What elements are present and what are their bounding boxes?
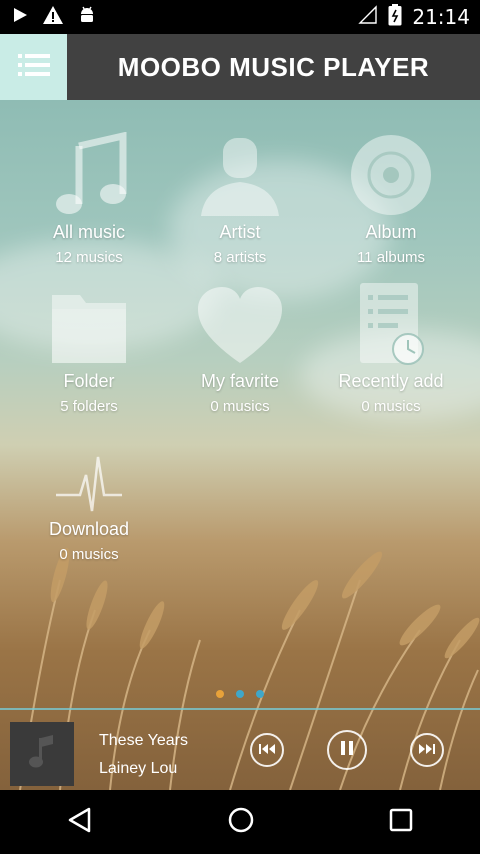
category-label: Download xyxy=(48,519,130,539)
pause-icon xyxy=(341,740,353,760)
category-count: 11 albums xyxy=(356,249,426,266)
page-dot-active xyxy=(216,690,224,698)
previous-button[interactable] xyxy=(250,733,284,767)
pause-button[interactable] xyxy=(327,730,367,770)
category-label: Artist xyxy=(219,222,261,242)
play-icon xyxy=(12,7,28,28)
list-menu-icon xyxy=(17,52,50,83)
category-count: 0 musics xyxy=(361,398,421,415)
battery-icon xyxy=(388,3,402,31)
now-playing-bar: These Years Lainey Lou xyxy=(0,710,480,790)
page-dot xyxy=(236,690,244,698)
app-header: MOOBO MUSIC PLAYER xyxy=(0,34,480,100)
pulse-icon xyxy=(44,425,134,515)
page-dot xyxy=(256,690,264,698)
system-nav-bar xyxy=(0,790,480,854)
signal-icon xyxy=(358,4,378,30)
category-count: 0 musics xyxy=(210,398,270,415)
home-icon[interactable] xyxy=(227,806,255,839)
category-label: Album xyxy=(365,222,417,242)
category-count: 12 musics xyxy=(55,249,123,266)
category-artist[interactable]: Artist 8 artists xyxy=(165,128,315,266)
category-count: 0 musics xyxy=(59,546,119,563)
status-bar: 21:14 xyxy=(0,0,480,34)
category-count: 5 folders xyxy=(60,398,118,415)
folder-icon xyxy=(44,277,134,367)
category-folder[interactable]: Folder 5 folders xyxy=(14,277,164,415)
next-icon xyxy=(419,741,435,759)
category-album[interactable]: Album 11 albums xyxy=(316,128,466,266)
menu-button[interactable] xyxy=(0,34,67,100)
category-count: 8 artists xyxy=(213,249,267,266)
heart-icon xyxy=(195,277,285,367)
category-recently-add[interactable]: Recently add 0 musics xyxy=(316,277,466,415)
recent-list-icon xyxy=(346,277,436,367)
track-artist: Lainey Lou xyxy=(99,760,178,777)
person-icon xyxy=(195,128,285,218)
album-art-thumbnail[interactable] xyxy=(10,722,74,786)
recents-icon[interactable] xyxy=(389,808,413,837)
category-favorite[interactable]: My favrite 0 musics xyxy=(165,277,315,415)
category-label: Folder xyxy=(63,371,115,391)
next-button[interactable] xyxy=(410,733,444,767)
previous-icon xyxy=(259,741,275,759)
track-title: These Years xyxy=(99,732,188,749)
page-indicator xyxy=(0,690,480,698)
category-all-music[interactable]: All music 12 musics xyxy=(14,128,164,266)
music-note-icon xyxy=(44,128,134,218)
category-download[interactable]: Download 0 musics xyxy=(14,425,164,563)
clock: 21:14 xyxy=(412,5,470,29)
back-icon[interactable] xyxy=(67,806,93,839)
disc-icon xyxy=(346,128,436,218)
category-label: Recently add xyxy=(338,371,444,391)
music-note-icon xyxy=(27,734,57,775)
android-icon xyxy=(78,5,96,30)
page-title: MOOBO MUSIC PLAYER xyxy=(117,52,430,82)
category-label: My favrite xyxy=(200,371,279,391)
main-content: All music 12 musics Artist 8 artists Alb… xyxy=(0,100,480,790)
warning-icon xyxy=(42,5,64,30)
category-label: All music xyxy=(52,222,125,242)
